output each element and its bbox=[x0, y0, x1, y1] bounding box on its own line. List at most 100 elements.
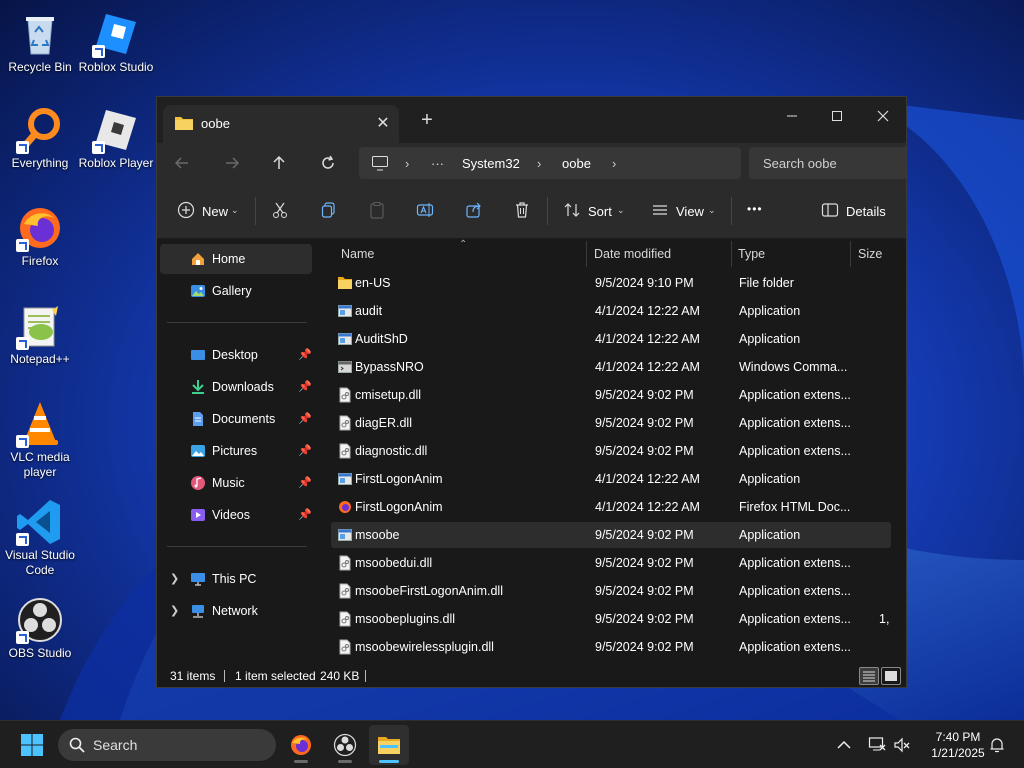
column-header-name[interactable]: Name bbox=[341, 247, 374, 261]
document-icon bbox=[193, 412, 203, 426]
pin-icon[interactable]: 📌 bbox=[298, 508, 312, 521]
file-row[interactable]: cmisetup.dll 9/5/2024 9:02 PM Application … bbox=[331, 382, 891, 408]
file-type: Application extens... bbox=[739, 444, 851, 458]
breadcrumb-item-system32[interactable]: System32 bbox=[462, 156, 520, 171]
column-header-type[interactable]: Type bbox=[738, 247, 765, 261]
file-row[interactable]: AuditShD 4/1/2024 12:22 AM Application bbox=[331, 326, 891, 352]
taskbar-obs[interactable] bbox=[325, 725, 365, 765]
paste-button[interactable] bbox=[368, 199, 388, 223]
nav-item-videos[interactable]: Videos 📌 bbox=[160, 500, 312, 530]
file-row[interactable]: diagnostic.dll 9/5/2024 9:02 PM Applicatio… bbox=[331, 438, 891, 464]
share-button[interactable] bbox=[465, 199, 485, 223]
expand-chevron-icon[interactable]: ❯ bbox=[170, 604, 179, 617]
desktop-icon-label: Recycle Bin bbox=[8, 60, 72, 74]
search-input[interactable]: Search oobe bbox=[749, 147, 906, 179]
details-view-button[interactable] bbox=[859, 667, 879, 685]
file-row[interactable]: en-US 9/5/2024 9:10 PM File folder bbox=[331, 270, 891, 296]
file-row[interactable]: msoobeplugins.dll 9/5/2024 9:02 PM Applica… bbox=[331, 606, 891, 632]
desktop-icon-obs[interactable]: OBS Studio bbox=[2, 596, 78, 661]
file-row[interactable]: msoobedui.dll 9/5/2024 9:02 PM Application… bbox=[331, 550, 891, 576]
navigation-pane[interactable]: Home Gallery Desktop 📌 Downloads 📌 Docum… bbox=[157, 239, 315, 663]
column-divider[interactable] bbox=[850, 241, 851, 267]
pin-icon[interactable]: 📌 bbox=[298, 348, 312, 361]
file-row[interactable]: audit 4/1/2024 12:22 AM Application bbox=[331, 298, 891, 324]
notepad-plus-plus-icon bbox=[16, 302, 64, 350]
file-date-modified: 9/5/2024 9:02 PM bbox=[595, 584, 694, 598]
nav-item-music[interactable]: Music 📌 bbox=[160, 468, 312, 498]
taskbar-file-explorer[interactable] bbox=[369, 725, 409, 765]
nav-item-documents[interactable]: Documents 📌 bbox=[160, 404, 312, 434]
volume-tray-button[interactable] bbox=[888, 725, 918, 765]
minimize-button[interactable] bbox=[770, 103, 814, 131]
start-button[interactable] bbox=[12, 725, 52, 765]
refresh-button[interactable] bbox=[315, 151, 341, 175]
up-button[interactable] bbox=[266, 151, 292, 175]
nav-item-home[interactable]: Home bbox=[160, 244, 312, 274]
close-tab-icon[interactable]: ✕ bbox=[375, 113, 391, 133]
nav-item-downloads[interactable]: Downloads 📌 bbox=[160, 372, 312, 402]
copy-button[interactable] bbox=[320, 199, 340, 223]
file-row[interactable]: FirstLogonAnim 4/1/2024 12:22 AM Firefox H… bbox=[331, 494, 891, 520]
column-header-date-modified[interactable]: Date modified bbox=[594, 247, 671, 261]
nav-item-network[interactable]: ❯ Network bbox=[160, 596, 312, 626]
tab-oobe[interactable]: oobe ✕ bbox=[163, 105, 399, 143]
desktop-icon-roblox-player[interactable]: Roblox Player bbox=[78, 106, 154, 171]
show-hidden-icons-button[interactable] bbox=[826, 725, 862, 765]
desktop-icon-notepad-plus-plus[interactable]: Notepad++ bbox=[2, 302, 78, 367]
desktop-icon-roblox-studio[interactable]: Roblox Studio bbox=[78, 10, 154, 75]
address-bar[interactable]: › ··· System32 › oobe › bbox=[359, 147, 741, 179]
breadcrumb-overflow[interactable]: ··· bbox=[431, 156, 444, 171]
file-row[interactable]: diagER.dll 9/5/2024 9:02 PM Application ex… bbox=[331, 410, 891, 436]
file-list[interactable]: Name ⌃ Date modified Type Size en-US 9/5/… bbox=[319, 239, 906, 663]
desktop-icon-firefox[interactable]: Firefox bbox=[2, 204, 78, 269]
file-row[interactable]: msoobe 9/5/2024 9:02 PM Application bbox=[331, 522, 891, 548]
maximize-button[interactable] bbox=[815, 103, 859, 131]
file-row[interactable]: msoobeFirstLogonAnim.dll 9/5/2024 9:02 PM… bbox=[331, 578, 891, 604]
nav-item-gallery[interactable]: Gallery bbox=[160, 276, 312, 306]
view-button[interactable]: View ⌄ bbox=[651, 199, 719, 223]
expand-chevron-icon[interactable]: ❯ bbox=[170, 572, 179, 585]
cut-button[interactable] bbox=[271, 199, 291, 223]
nav-label: Network bbox=[212, 604, 258, 618]
pin-icon[interactable]: 📌 bbox=[298, 380, 312, 393]
title-bar[interactable]: oobe ✕ + bbox=[157, 97, 906, 143]
column-divider[interactable] bbox=[731, 241, 732, 267]
delete-button[interactable] bbox=[513, 199, 533, 223]
back-button[interactable] bbox=[169, 151, 195, 175]
desktop-icon-vlc[interactable]: VLC media player bbox=[2, 400, 78, 480]
pin-icon[interactable]: 📌 bbox=[298, 412, 312, 425]
column-header-size[interactable]: Size bbox=[858, 247, 882, 261]
file-row[interactable]: BypassNRO 4/1/2024 12:22 AM Windows Comma.… bbox=[331, 354, 891, 380]
taskbar-search-box[interactable]: Search bbox=[58, 729, 276, 761]
see-more-button[interactable]: ••• bbox=[747, 199, 771, 223]
file-name: FirstLogonAnim bbox=[355, 472, 443, 486]
taskbar-firefox[interactable] bbox=[281, 725, 321, 765]
desktop-icon-recycle-bin[interactable]: Recycle Bin bbox=[2, 10, 78, 75]
new-tab-icon[interactable]: + bbox=[417, 109, 437, 132]
file-explorer-window[interactable]: oobe ✕ + › ··· System32 › oobe › Search … bbox=[156, 96, 907, 688]
shortcut-arrow-icon bbox=[16, 435, 29, 448]
file-row[interactable]: FirstLogonAnim 4/1/2024 12:22 AM Applicati… bbox=[331, 466, 891, 492]
close-window-button[interactable] bbox=[861, 103, 905, 131]
file-name: cmisetup.dll bbox=[355, 388, 421, 402]
nav-item-pictures[interactable]: Pictures 📌 bbox=[160, 436, 312, 466]
nav-label: Documents bbox=[212, 412, 276, 426]
rename-button[interactable] bbox=[416, 199, 436, 223]
arrow-left-icon bbox=[174, 157, 188, 169]
pin-icon[interactable]: 📌 bbox=[298, 476, 312, 489]
breadcrumb-item-oobe[interactable]: oobe bbox=[562, 156, 591, 171]
desktop-icon-vscode[interactable]: Visual Studio Code bbox=[2, 498, 78, 578]
column-divider[interactable] bbox=[586, 241, 587, 267]
network-disconnected-icon bbox=[868, 737, 886, 751]
sort-button[interactable]: Sort ⌄ bbox=[563, 199, 627, 223]
nav-item-desktop[interactable]: Desktop 📌 bbox=[160, 340, 312, 370]
file-row[interactable]: msoobewirelessplugin.dll 9/5/2024 9:02 PM… bbox=[331, 634, 891, 660]
desktop-icon-everything[interactable]: Everything bbox=[2, 106, 78, 171]
forward-button[interactable] bbox=[219, 151, 245, 175]
large-icons-view-button[interactable] bbox=[881, 667, 901, 685]
notifications-button[interactable] bbox=[982, 725, 1012, 765]
details-pane-button[interactable]: Details bbox=[821, 199, 887, 223]
new-button[interactable]: New ⌄ bbox=[177, 199, 243, 223]
nav-item-this-pc[interactable]: ❯ This PC bbox=[160, 564, 312, 594]
pin-icon[interactable]: 📌 bbox=[298, 444, 312, 457]
